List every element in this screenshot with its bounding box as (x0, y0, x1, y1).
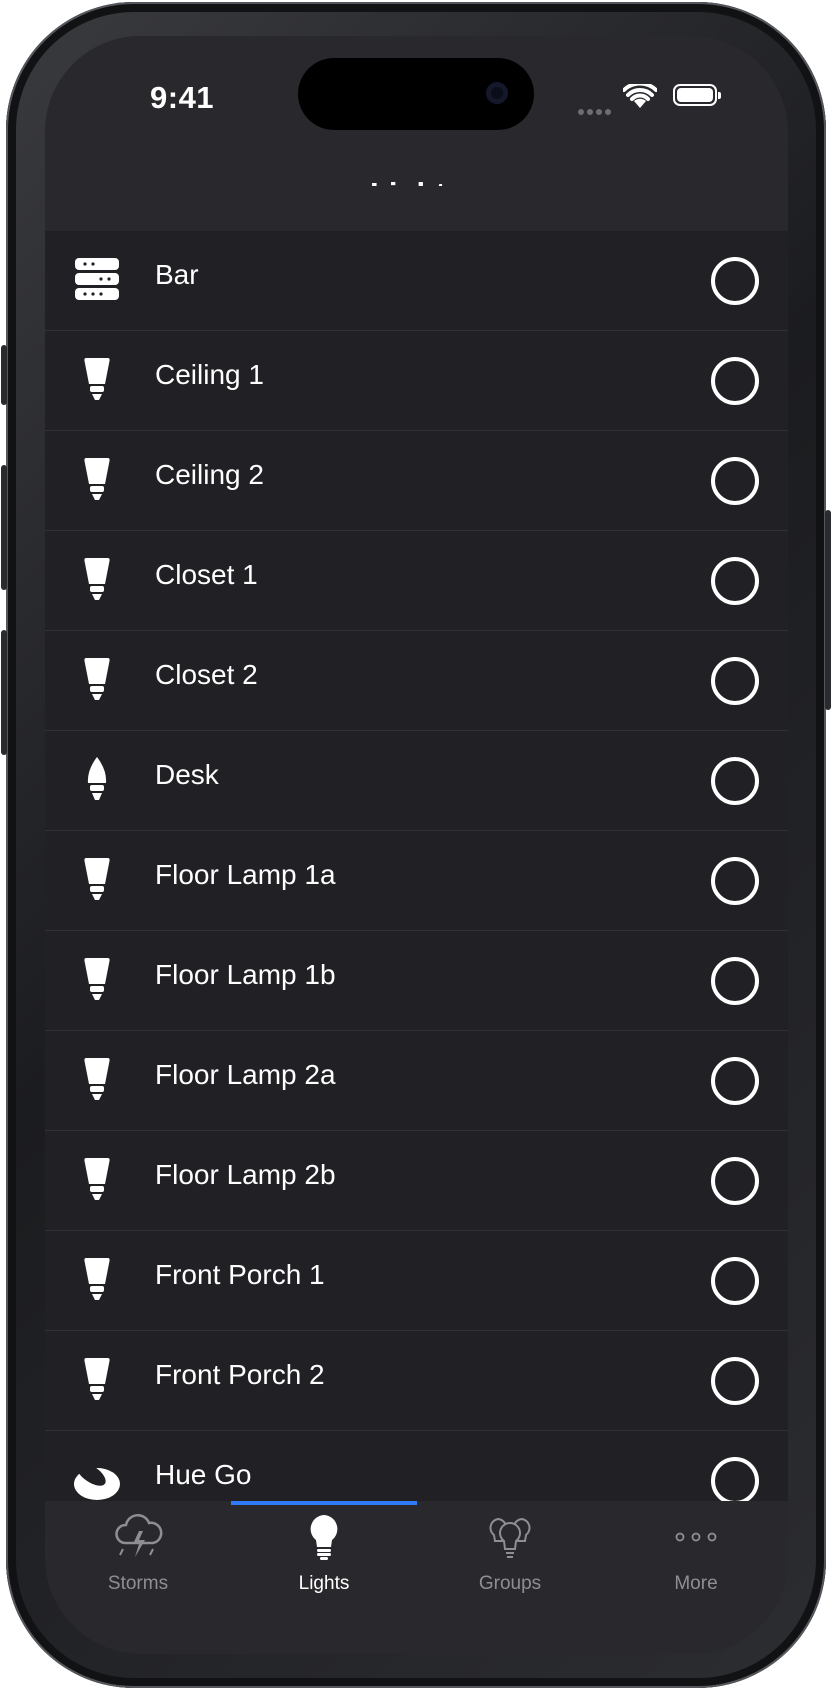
light-toggle-button[interactable] (711, 857, 759, 905)
bulb-icon (71, 1353, 123, 1405)
light-row[interactable]: Ceiling 2 (45, 431, 788, 531)
light-toggle-button[interactable] (711, 357, 759, 405)
light-toggle-button[interactable] (711, 257, 759, 305)
light-toggle-button[interactable] (711, 457, 759, 505)
cellular-signal-icon (578, 102, 614, 120)
tab-lights-label: Lights (298, 1573, 350, 1594)
light-name: Hue Go (155, 1459, 252, 1490)
status-time: 9:41 (150, 80, 215, 115)
light-name: Bar (155, 259, 199, 290)
light-toggle-button[interactable] (711, 657, 759, 705)
tab-more-label: More (674, 1573, 718, 1594)
light-toggle-button[interactable] (711, 1257, 759, 1305)
bulb-icon (71, 953, 123, 1005)
light-row[interactable]: Desk (45, 731, 788, 831)
wifi-icon (623, 84, 657, 108)
lightstrip-icon (71, 253, 123, 305)
light-toggle-button[interactable] (711, 1157, 759, 1205)
power-button (825, 510, 831, 710)
light-row[interactable]: Closet 2 (45, 631, 788, 731)
storm-cloud-icon (115, 1514, 163, 1557)
volume-up-button (1, 465, 7, 590)
hue-go-icon (71, 1453, 123, 1505)
light-toggle-button[interactable] (711, 557, 759, 605)
bulb-icon (71, 653, 123, 705)
bulb-icon (71, 1253, 123, 1305)
bulb-group-icon (489, 1517, 531, 1558)
bulb-icon (71, 453, 123, 505)
bulb-icon (71, 553, 123, 605)
light-toggle-button[interactable] (711, 757, 759, 805)
volume-down-button (1, 630, 7, 755)
tab-storms-label: Storms (107, 1573, 169, 1594)
bulb-icon (71, 1053, 123, 1105)
light-name: Floor Lamp 1a (155, 859, 336, 890)
light-name: Front Porch 1 (155, 1259, 325, 1290)
light-row[interactable]: Closet 1 (45, 531, 788, 631)
navigation-bar (45, 186, 788, 231)
light-name: Floor Lamp 2a (155, 1059, 336, 1090)
tab-bar: Storms Lights Groups More (45, 1501, 788, 1654)
light-toggle-button[interactable] (711, 1457, 759, 1505)
light-name: Front Porch 2 (155, 1359, 325, 1390)
light-toggle-button[interactable] (711, 1357, 759, 1405)
tab-lights[interactable]: Lights (231, 1501, 417, 1611)
lightbulb-icon (310, 1515, 338, 1560)
light-row[interactable]: Floor Lamp 1a (45, 831, 788, 931)
camera-icon (486, 82, 508, 104)
light-name: Ceiling 2 (155, 459, 264, 490)
candle-bulb-icon (71, 753, 123, 805)
light-toggle-button[interactable] (711, 957, 759, 1005)
light-name: Ceiling 1 (155, 359, 264, 390)
light-name: Floor Lamp 2b (155, 1159, 336, 1190)
light-row[interactable]: Floor Lamp 2b (45, 1131, 788, 1231)
light-name: Floor Lamp 1b (155, 959, 336, 990)
tab-more[interactable]: More (603, 1501, 788, 1611)
bulb-icon (71, 353, 123, 405)
lights-list[interactable]: Bar Ceiling 1 Ceiling 2 Closet 1 Closet 2 Des… (45, 231, 788, 1541)
screen: 9:41 Lights Bar Ceiling 1 Ceiling 2 Closet … (45, 36, 788, 1654)
tab-storms[interactable]: Storms (45, 1501, 231, 1611)
light-name: Closet 2 (155, 659, 258, 690)
action-button (1, 345, 7, 405)
tab-groups[interactable]: Groups (417, 1501, 603, 1611)
light-name: Desk (155, 759, 219, 790)
status-bar: 9:41 (45, 36, 788, 186)
light-name: Closet 1 (155, 559, 258, 590)
light-row[interactable]: Front Porch 1 (45, 1231, 788, 1331)
tab-groups-label: Groups (478, 1573, 542, 1594)
bulb-icon (71, 1153, 123, 1205)
light-row[interactable]: Floor Lamp 1b (45, 931, 788, 1031)
ellipsis-icon (675, 1532, 717, 1542)
light-row[interactable]: Front Porch 2 (45, 1331, 788, 1431)
light-row[interactable]: Ceiling 1 (45, 331, 788, 431)
light-row[interactable]: Floor Lamp 2a (45, 1031, 788, 1131)
bulb-icon (71, 853, 123, 905)
light-toggle-button[interactable] (711, 1057, 759, 1105)
dynamic-island (298, 58, 534, 130)
light-row[interactable]: Bar (45, 231, 788, 331)
battery-icon (673, 84, 721, 106)
